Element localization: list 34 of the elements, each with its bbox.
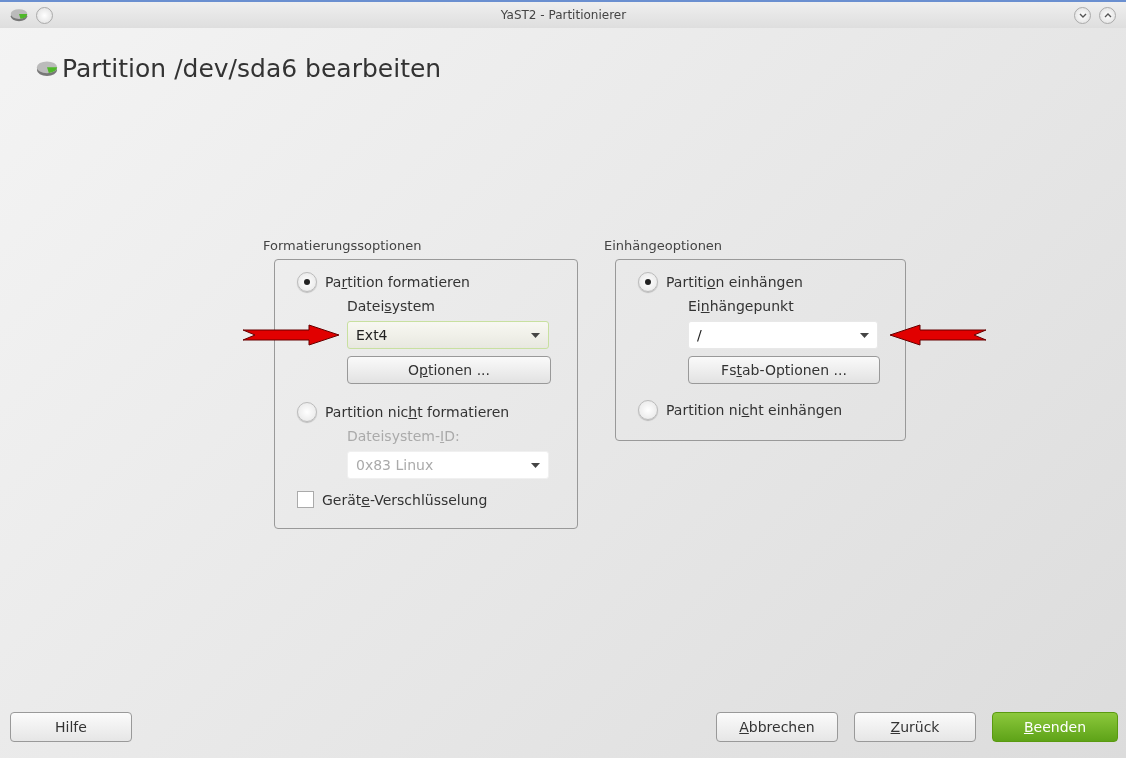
radio-icon (638, 272, 658, 292)
radio-option[interactable]: Partition formatieren (297, 272, 555, 292)
dialog-button[interactable]: Abbrechen (716, 712, 838, 742)
arrow-icon (888, 324, 988, 346)
group-title: Einhängeoptionen (604, 238, 724, 253)
caret-icon (860, 332, 869, 338)
caret-icon (531, 332, 540, 338)
group-title: Formatierungssoptionen (263, 238, 423, 253)
minimize-button[interactable] (1074, 6, 1091, 24)
app-icon (10, 8, 28, 22)
chevron-up-icon (1103, 12, 1112, 18)
radio-icon (297, 402, 317, 422)
checkbox[interactable] (297, 491, 314, 508)
caret-icon (531, 462, 540, 468)
field-label: Dateisystem (347, 298, 436, 314)
options-button[interactable]: Fstab-Optionen ... (688, 356, 880, 384)
checkbox-option[interactable]: Geräte-Verschlüsselung (297, 491, 555, 508)
radio-icon (638, 400, 658, 420)
disk-icon (36, 60, 58, 77)
arrow-icon (241, 324, 341, 346)
radio-option[interactable]: Partition nicht einhängen (638, 400, 883, 420)
maximize-button[interactable] (1099, 6, 1116, 24)
page-heading: Partition /dev/sda6 bearbeiten (62, 54, 442, 83)
window-title: YaST2 - Partitionierer (500, 8, 627, 22)
dialog-button[interactable]: Zurück (854, 712, 976, 742)
dropdown[interactable]: Ext4 (347, 321, 549, 349)
options-button[interactable]: Optionen ... (347, 356, 551, 384)
menu-button[interactable] (36, 6, 53, 24)
dropdown[interactable]: / (688, 321, 878, 349)
chevron-down-icon (1078, 12, 1087, 18)
field-label: Einhängepunkt (688, 298, 795, 314)
radio-option[interactable]: Partition einhängen (638, 272, 883, 292)
dialog-button[interactable]: Hilfe (10, 712, 132, 742)
radio-icon (297, 272, 317, 292)
